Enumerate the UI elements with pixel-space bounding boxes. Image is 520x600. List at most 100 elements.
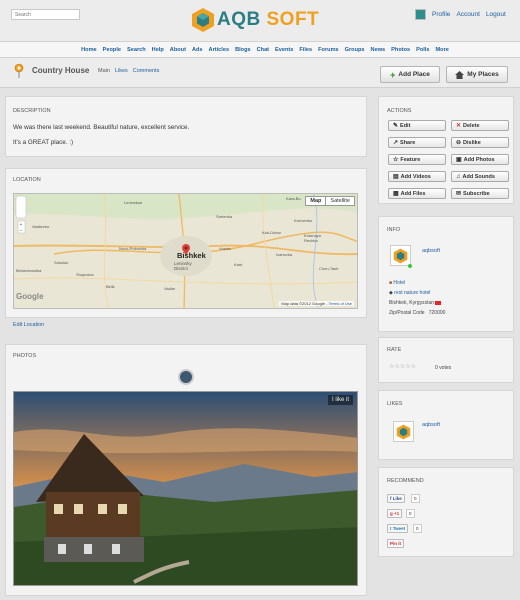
like-photo-button[interactable]: I like it xyxy=(327,395,353,405)
edit-button[interactable]: ✎ Edit xyxy=(388,120,446,131)
map-type-toggle: Map Satellite xyxy=(305,196,355,206)
edit-button-label: Edit xyxy=(400,122,411,129)
share-button-label: Share xyxy=(400,139,416,146)
map-type-map-button[interactable]: Map xyxy=(306,197,327,205)
owner-avatar[interactable] xyxy=(390,245,411,266)
my-places-button[interactable]: My Places xyxy=(446,66,508,83)
menu-item-news[interactable]: News xyxy=(371,47,386,53)
dislike-button[interactable]: ⊖ Dislike xyxy=(451,137,509,148)
add-files-button-label: Add Files xyxy=(400,190,426,197)
zip-value: 720000 xyxy=(428,310,446,316)
add-sounds-button-label: Add Sounds xyxy=(462,173,495,180)
menu-item-chat[interactable]: Chat xyxy=(257,47,269,53)
menu-item-about[interactable]: About xyxy=(170,47,186,53)
avatar-cube-icon xyxy=(396,424,411,439)
owner-username[interactable]: aqbsoft xyxy=(422,248,440,254)
location-map[interactable]: + – Google Bishkek Leninsky District Len… xyxy=(13,193,358,309)
user-avatar-small[interactable] xyxy=(415,9,426,20)
tags-link[interactable]: rest nature hotel xyxy=(394,290,430,296)
search-input[interactable] xyxy=(11,9,80,20)
tab-likes[interactable]: Likes xyxy=(115,68,128,74)
rate-panel: RATE ☆☆☆☆☆ 0 votes xyxy=(378,337,514,383)
facebook-like-button[interactable]: f Like xyxy=(387,494,405,503)
add-videos-icon: ▤ xyxy=(393,174,399,180)
place-pin-icon xyxy=(14,63,24,78)
photo-image xyxy=(14,392,357,585)
google-plus-button[interactable]: g +1 xyxy=(387,509,403,518)
tweet-button[interactable]: t Tweet xyxy=(387,524,409,533)
logo-cube-icon xyxy=(192,8,214,32)
map-city-label: Bishkek xyxy=(177,251,206,260)
map-place-label: Chon-Tash xyxy=(319,266,339,271)
menu-item-polls[interactable]: Polls xyxy=(416,47,429,53)
map-place-label: Vostok xyxy=(219,246,232,251)
facebook-icon: f xyxy=(390,496,392,501)
info-panel: INFO aqbsoft ■ Hotel ◆ rest nature hotel… xyxy=(378,216,514,332)
menu-item-help[interactable]: Help xyxy=(152,47,164,53)
menu-item-search[interactable]: Search xyxy=(127,47,146,53)
share-button[interactable]: ↗ Share xyxy=(388,137,446,148)
menu-item-ads[interactable]: Ads xyxy=(192,47,203,53)
add-sounds-button[interactable]: ♫ Add Sounds xyxy=(451,171,509,182)
add-videos-button-label: Add Videos xyxy=(400,173,431,180)
menu-item-articles[interactable]: Articles xyxy=(209,47,230,53)
star-icon[interactable]: ☆ xyxy=(411,364,416,370)
tab-main[interactable]: Main xyxy=(98,68,110,74)
tags-row: ◆ rest nature hotel xyxy=(389,290,430,296)
feature-button[interactable]: ☆ Feature xyxy=(388,154,446,165)
logo-text-part2: SOFT xyxy=(266,9,320,30)
add-files-button[interactable]: ▦ Add Files xyxy=(388,188,446,199)
account-link[interactable]: Account xyxy=(456,11,480,18)
city-row: Bishkek, Kyrgyzstan xyxy=(389,300,442,306)
actions-title: ACTIONS xyxy=(387,108,412,114)
delete-button[interactable]: ✕ Delete xyxy=(451,120,509,131)
zip-label: Zip/Postal Code xyxy=(389,310,425,316)
feature-icon: ☆ xyxy=(393,157,399,163)
tag-icon: ◆ xyxy=(389,290,393,296)
description-panel: DESCRIPTION We was there last weekend. B… xyxy=(5,96,367,157)
map-place-label: Vadim xyxy=(164,286,176,291)
menu-item-home[interactable]: Home xyxy=(81,47,97,53)
menu-item-groups[interactable]: Groups xyxy=(345,47,365,53)
profile-link[interactable]: Profile xyxy=(432,11,450,18)
menu-item-photos[interactable]: Photos xyxy=(391,47,410,53)
recommend-title: RECOMMEND xyxy=(387,478,424,484)
kyrgyzstan-flag-icon xyxy=(435,300,442,305)
share-icon: ↗ xyxy=(393,140,399,146)
facebook-like-label: Like xyxy=(392,496,402,501)
menu-item-more[interactable]: More xyxy=(436,47,449,53)
site-logo[interactable]: AQB SOFT xyxy=(191,5,331,35)
menu-item-events[interactable]: Events xyxy=(275,47,293,53)
logout-link[interactable]: Logout xyxy=(486,11,506,18)
add-photos-button[interactable]: ▣ Add Photos xyxy=(451,154,509,165)
edit-location-link[interactable]: Edit Location xyxy=(13,322,44,328)
map-terms-link[interactable]: Terms of Use xyxy=(328,301,352,306)
subscribe-icon: ✉ xyxy=(456,191,462,197)
dislike-icon: ⊖ xyxy=(456,140,462,146)
menu-item-blogs[interactable]: Blogs xyxy=(235,47,251,53)
liker-username[interactable]: aqbsoft xyxy=(422,422,440,428)
rating-stars[interactable]: ☆☆☆☆☆ xyxy=(389,363,416,370)
category-link[interactable]: Hotel xyxy=(393,280,405,286)
photos-title: PHOTOS xyxy=(13,353,37,359)
user-nav: Profile Account Logout xyxy=(415,9,506,20)
info-title: INFO xyxy=(387,227,401,233)
online-status-icon xyxy=(408,264,412,268)
menu-item-files[interactable]: Files xyxy=(299,47,312,53)
pinterest-label: Pin it xyxy=(390,541,401,546)
add-videos-button[interactable]: ▤ Add Videos xyxy=(388,171,446,182)
photo-thumbnail[interactable] xyxy=(178,369,194,385)
map-place-label: Vasilevka xyxy=(32,224,49,229)
menu-item-people[interactable]: People xyxy=(103,47,121,53)
pinterest-button[interactable]: Pin it xyxy=(387,539,404,548)
menu-item-forums[interactable]: Forums xyxy=(318,47,339,53)
google-plus-count: 0 xyxy=(406,509,415,518)
subscribe-button[interactable]: ✉ Subscribe xyxy=(451,188,509,199)
map-type-satellite-button[interactable]: Satellite xyxy=(326,197,354,205)
rate-title: RATE xyxy=(387,347,402,353)
delete-button-label: Delete xyxy=(463,122,480,129)
liker-avatar[interactable] xyxy=(393,421,414,442)
tab-comments[interactable]: Comments xyxy=(133,68,160,74)
add-place-button[interactable]: + Add Place xyxy=(380,66,440,83)
main-photo[interactable]: I like it xyxy=(13,391,358,586)
